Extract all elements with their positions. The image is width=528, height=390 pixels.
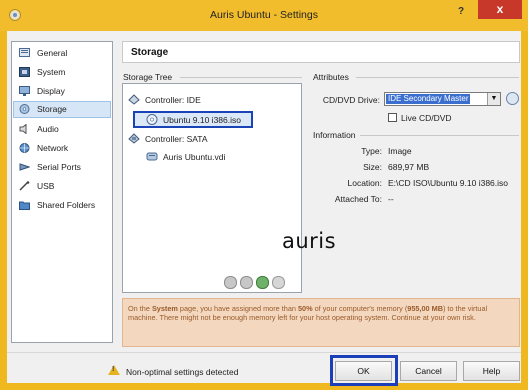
- shared-folders-icon: [19, 201, 30, 210]
- settings-window: Auris Ubuntu - Settings ? x General Syst…: [0, 0, 528, 390]
- storage-tree[interactable]: Controller: IDE Ubuntu 9.10 i386.iso Con…: [122, 83, 302, 293]
- footer-status-text: Non-optimal settings detected: [126, 367, 239, 377]
- system-icon: [19, 67, 30, 77]
- tree-item-label: Auris Ubuntu.vdi: [163, 152, 226, 162]
- serial-ports-icon: [19, 163, 30, 171]
- size-label: Size:: [363, 162, 382, 172]
- cd-dvd-drive-select[interactable]: IDE Secondary Master ▼: [384, 92, 501, 106]
- hard-disk-icon: [146, 152, 158, 161]
- type-value: Image: [388, 146, 412, 156]
- storage-icon: [19, 104, 30, 114]
- sata-controller-icon: [128, 133, 140, 144]
- storage-tree-divider: [180, 77, 302, 78]
- cd-dvd-drive-label: CD/DVD Drive:: [322, 95, 380, 105]
- attached-to-value: --: [388, 194, 394, 204]
- choose-disc-icon[interactable]: [506, 92, 519, 105]
- sidebar-item-system[interactable]: System: [13, 64, 111, 81]
- sidebar-item-label: Network: [37, 143, 69, 153]
- attributes-label: Attributes: [313, 72, 349, 82]
- help-button[interactable]: Help: [463, 361, 520, 381]
- information-divider: [360, 135, 519, 136]
- add-attachment-icon[interactable]: [256, 276, 269, 289]
- watermark-text: auris: [282, 229, 337, 253]
- remove-attachment-icon[interactable]: [272, 276, 285, 289]
- sidebar-item-network[interactable]: Network: [13, 140, 111, 157]
- settings-sidebar: General System Display Storage Audio Net…: [11, 41, 113, 343]
- sidebar-item-storage[interactable]: Storage: [13, 101, 111, 118]
- tree-item-label: Ubuntu 9.10 i386.iso: [163, 115, 241, 125]
- title-bar[interactable]: Auris Ubuntu - Settings ? x: [0, 0, 528, 31]
- close-button[interactable]: x: [478, 0, 522, 19]
- warning-message: On the System page, you have assigned mo…: [128, 304, 488, 323]
- sidebar-item-label: Shared Folders: [37, 200, 96, 210]
- sidebar-item-display[interactable]: Display: [13, 83, 111, 100]
- sidebar-item-shared-folders[interactable]: Shared Folders: [13, 197, 111, 214]
- cd-disc-icon: [146, 114, 158, 125]
- attributes-divider: [356, 77, 519, 78]
- cd-dvd-drive-value: IDE Secondary Master: [386, 94, 471, 104]
- ide-controller-icon: [128, 94, 140, 105]
- chevron-down-icon: ▼: [487, 93, 500, 105]
- sidebar-item-label: Serial Ports: [37, 162, 81, 172]
- ok-button[interactable]: OK: [335, 361, 392, 381]
- sidebar-item-label: System: [37, 67, 66, 77]
- audio-icon: [19, 124, 27, 134]
- network-icon: [19, 143, 30, 153]
- sidebar-item-serial-ports[interactable]: Serial Ports: [13, 159, 111, 176]
- add-controller-icon[interactable]: [224, 276, 237, 289]
- location-label: Location:: [347, 178, 383, 188]
- sidebar-item-audio[interactable]: Audio: [13, 121, 111, 138]
- storage-tree-label: Storage Tree: [123, 72, 173, 82]
- information-label: Information: [313, 130, 356, 140]
- sidebar-item-label: General: [37, 48, 68, 58]
- tree-item-label: Controller: IDE: [145, 95, 201, 105]
- location-value: E:\CD ISO\Ubuntu 9.10 i386.iso: [388, 178, 509, 188]
- sidebar-item-usb[interactable]: USB: [13, 178, 111, 195]
- sidebar-item-label: Storage: [37, 104, 67, 114]
- footer-divider: [7, 352, 521, 353]
- display-icon: [19, 86, 30, 96]
- live-cd-checkbox[interactable]: [388, 113, 397, 122]
- sidebar-item-label: Audio: [37, 124, 59, 134]
- cancel-button[interactable]: Cancel: [400, 361, 457, 381]
- warning-message-panel: On the System page, you have assigned mo…: [122, 298, 520, 347]
- sidebar-item-label: USB: [37, 181, 55, 191]
- attached-to-label: Attached To:: [334, 194, 382, 204]
- remove-controller-icon[interactable]: [240, 276, 253, 289]
- tree-toolbar: [224, 276, 294, 290]
- warning-icon: [108, 365, 120, 375]
- usb-icon: [19, 181, 30, 191]
- live-cd-label: Live CD/DVD: [401, 113, 452, 123]
- type-label: Type:: [361, 146, 382, 156]
- title-help-button[interactable]: ?: [451, 4, 471, 20]
- tree-item-label: Controller: SATA: [145, 134, 208, 144]
- page-header: Storage: [122, 41, 520, 63]
- general-icon: [19, 48, 30, 57]
- size-value: 689,97 MB: [388, 162, 430, 172]
- page-title: Storage: [131, 47, 169, 58]
- sidebar-item-label: Display: [37, 86, 65, 96]
- sidebar-item-general[interactable]: General: [13, 45, 111, 62]
- window-title: Auris Ubuntu - Settings: [210, 9, 318, 21]
